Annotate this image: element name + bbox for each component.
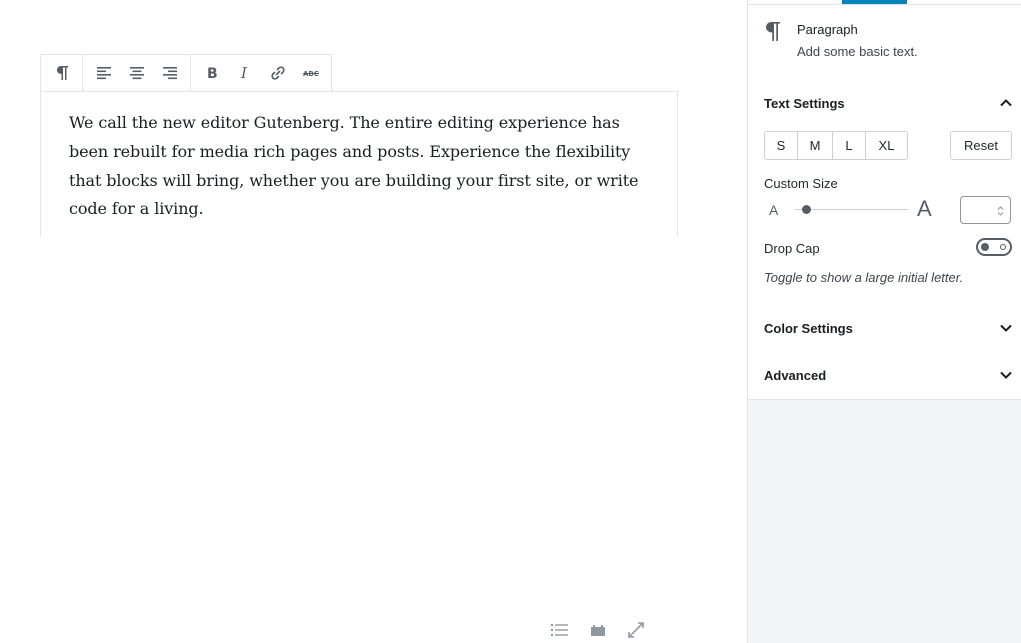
- advanced-title: Advanced: [764, 367, 827, 383]
- drop-cap-help: Toggle to show a large initial letter.: [764, 270, 964, 285]
- reset-button[interactable]: Reset: [950, 131, 1012, 160]
- font-size-buttons: S M L XL: [764, 131, 908, 160]
- align-left-icon[interactable]: [87, 55, 120, 91]
- text-settings-toggle[interactable]: Text Settings: [764, 91, 1014, 115]
- range-thumb[interactable]: [802, 205, 811, 214]
- range-track[interactable]: [795, 209, 908, 210]
- custom-size-range: A A: [764, 196, 1012, 224]
- block-toolbar: B I ABC: [40, 54, 332, 92]
- custom-size-label: Custom Size: [764, 176, 838, 191]
- formatting-group: B I ABC: [191, 55, 331, 91]
- range-small-a-label: A: [769, 202, 779, 218]
- chevron-up-icon: [998, 95, 1014, 111]
- block-icon[interactable]: [586, 618, 610, 642]
- color-settings-title: Color Settings: [764, 320, 853, 336]
- custom-size-input[interactable]: [960, 196, 1011, 224]
- svg-text:B: B: [207, 66, 218, 81]
- paragraph-icon[interactable]: [45, 55, 78, 91]
- block-card-content: Paragraph Add some basic text.: [797, 20, 918, 61]
- range-large-a-label: A: [917, 196, 932, 221]
- font-size-medium-button[interactable]: M: [798, 132, 833, 159]
- text-settings-title: Text Settings: [764, 95, 845, 111]
- paragraph-block[interactable]: We call the new editor Gutenberg. The en…: [40, 91, 678, 236]
- block-card: Paragraph Add some basic text.: [764, 20, 918, 61]
- editor-canvas: B I ABC We call the new editor Gutenberg…: [0, 0, 747, 643]
- paragraph-icon: [764, 20, 784, 44]
- link-icon[interactable]: [261, 55, 294, 91]
- bold-icon[interactable]: B: [195, 55, 228, 91]
- tab-divider: [748, 4, 1021, 5]
- toggle-off-ring: [1000, 244, 1006, 250]
- list-view-icon[interactable]: [548, 618, 572, 642]
- settings-sidebar: Paragraph Add some basic text. Text Sett…: [747, 0, 1021, 643]
- chevron-down-icon: [998, 367, 1014, 383]
- advanced-toggle[interactable]: Advanced: [764, 363, 1014, 387]
- font-size-small-button[interactable]: S: [765, 132, 798, 159]
- font-size-xlarge-button[interactable]: XL: [866, 132, 907, 159]
- block-card-title: Paragraph: [797, 22, 858, 37]
- chevron-down-icon: [998, 320, 1014, 336]
- italic-icon[interactable]: I: [228, 55, 261, 91]
- font-size-large-button[interactable]: L: [833, 132, 866, 159]
- align-center-icon[interactable]: [120, 55, 153, 91]
- strikethrough-icon[interactable]: ABC: [294, 55, 327, 91]
- block-settings-panel: Paragraph Add some basic text. Text Sett…: [748, 0, 1021, 400]
- alignment-group: [83, 55, 191, 91]
- spinner-icon: [997, 206, 1004, 216]
- drop-cap-toggle[interactable]: [976, 238, 1012, 256]
- footer-toolbar: [548, 618, 648, 642]
- block-card-description: Add some basic text.: [797, 44, 918, 59]
- toggle-knob: [981, 243, 989, 251]
- drop-cap-label: Drop Cap: [764, 241, 820, 256]
- block-switcher-group: [41, 55, 83, 91]
- paragraph-text[interactable]: We call the new editor Gutenberg. The en…: [69, 109, 659, 224]
- svg-text:I: I: [240, 65, 248, 81]
- color-settings-toggle[interactable]: Color Settings: [764, 316, 1014, 340]
- fullscreen-icon[interactable]: [624, 618, 648, 642]
- align-right-icon[interactable]: [153, 55, 186, 91]
